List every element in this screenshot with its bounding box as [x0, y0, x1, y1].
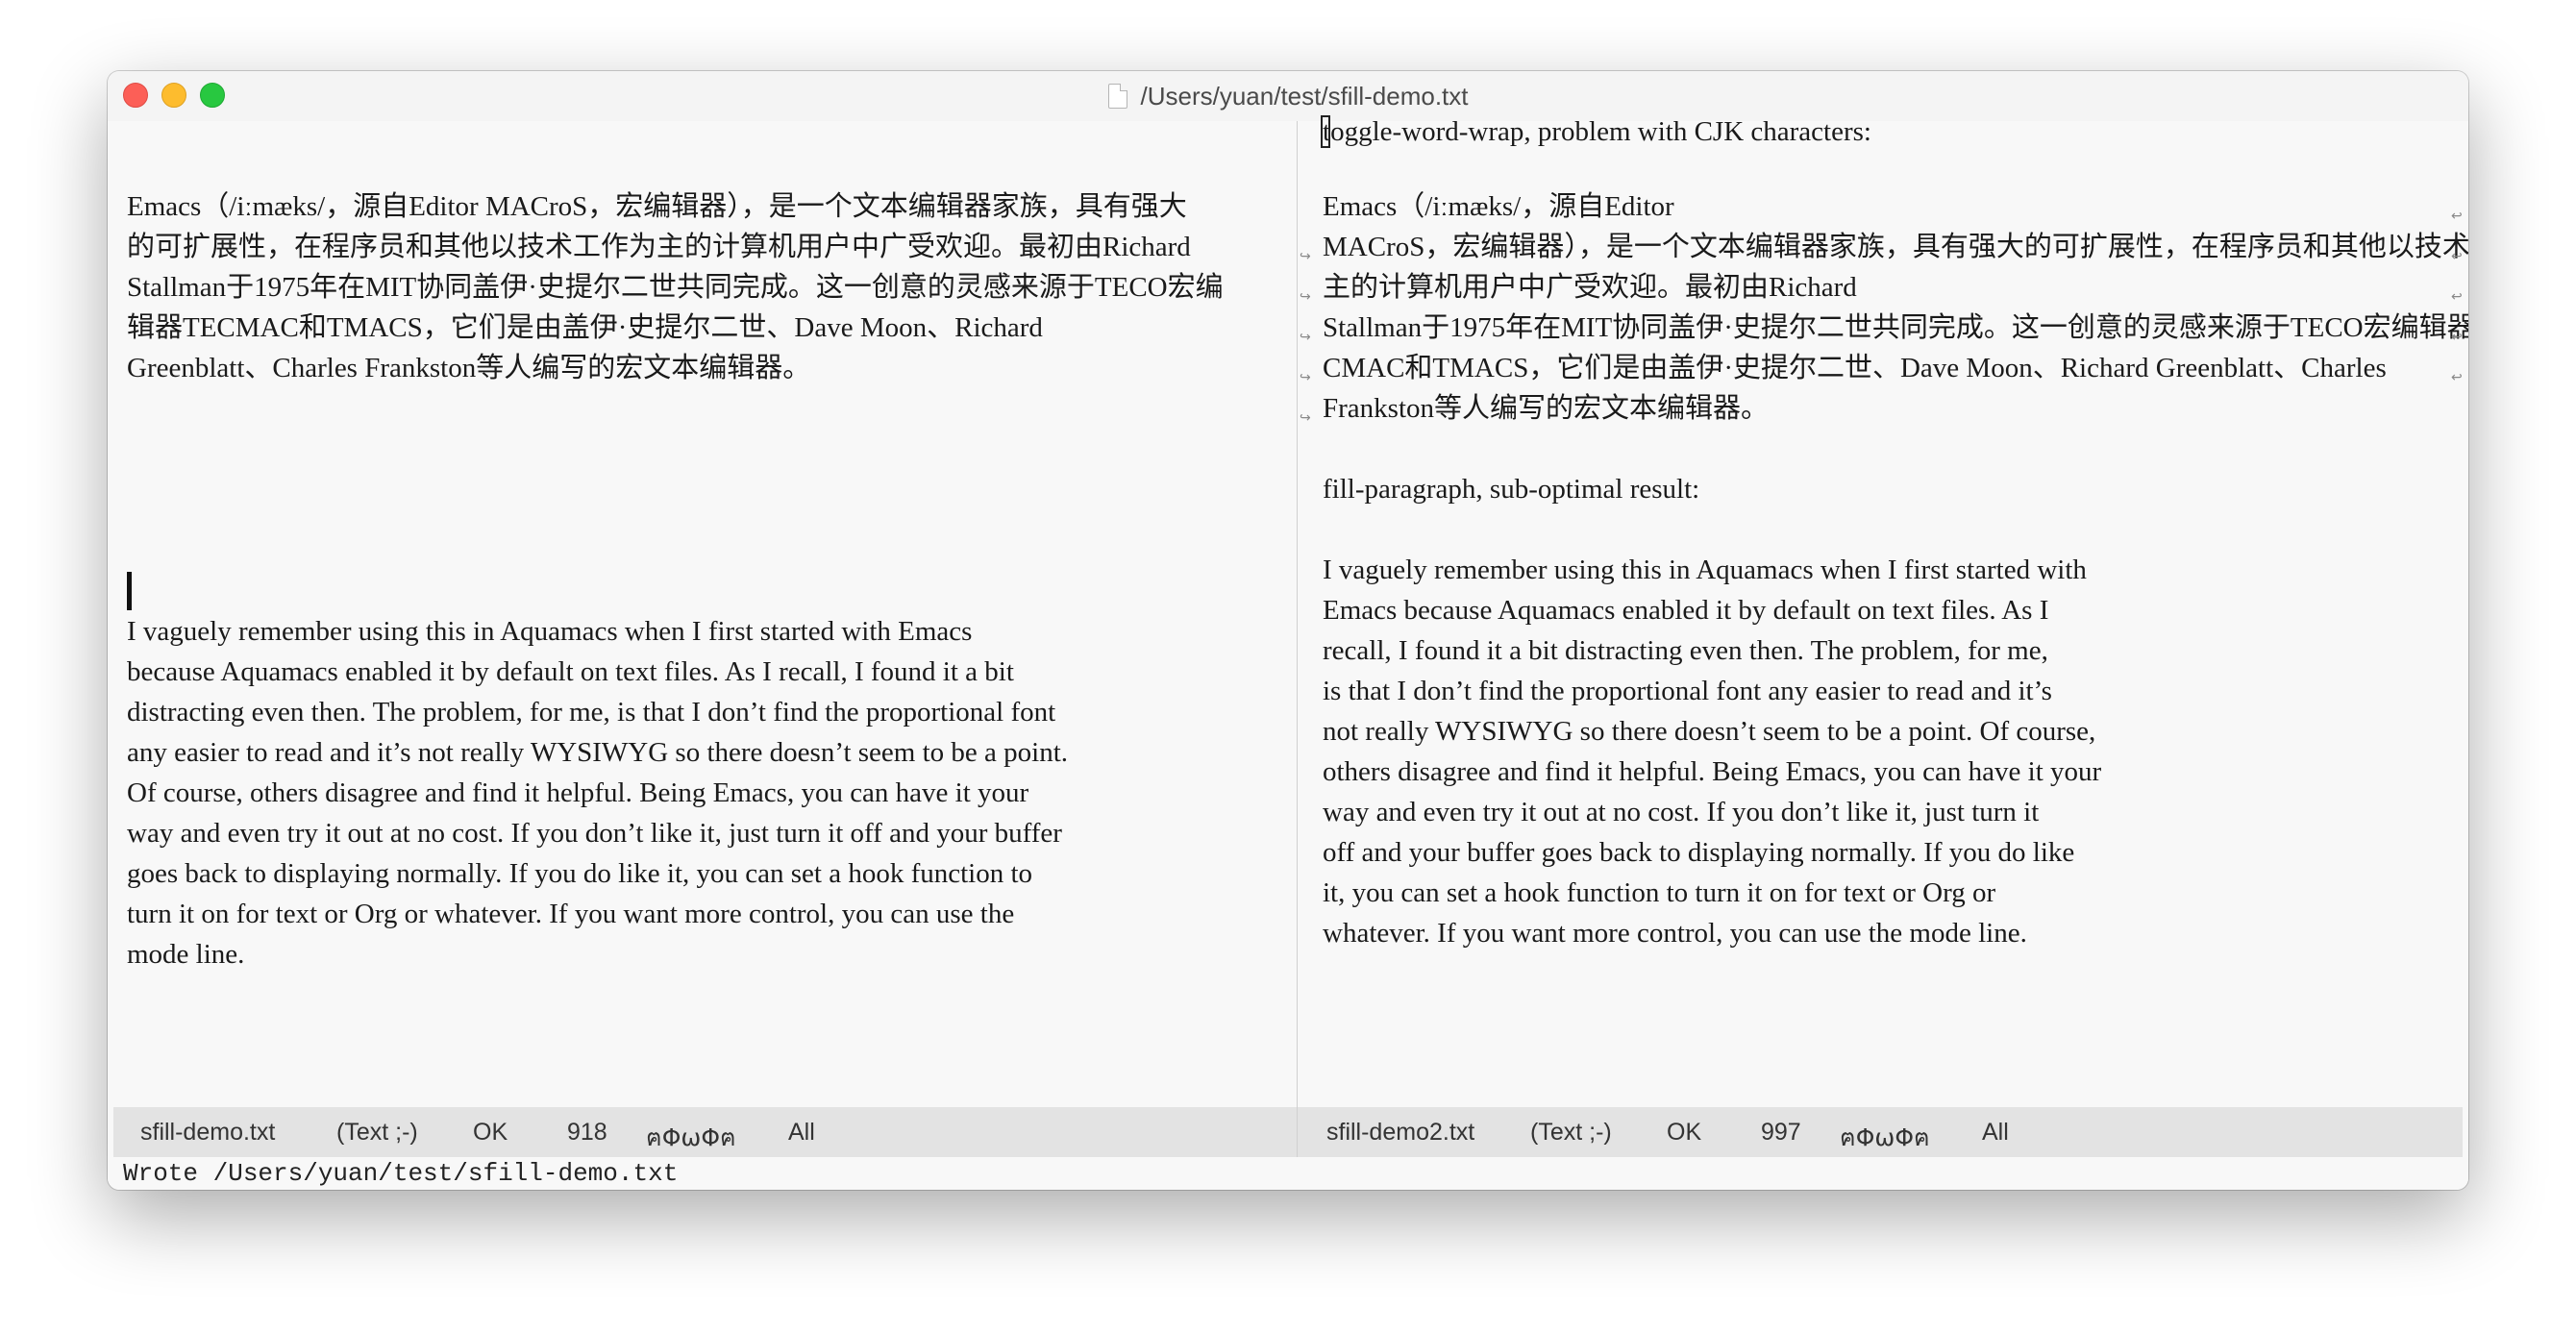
right-english-line: not really WYSIWYG so there doesn’t seem… [1323, 716, 2096, 747]
left-english-line: I vaguely remember using this in Aquamac… [127, 616, 973, 647]
document-icon [1107, 84, 1127, 109]
wrap-continuation-icon: ↩ [2451, 249, 2463, 264]
right-english-line: is that I don’t find the proportional fo… [1323, 676, 2052, 706]
wrap-continuation-icon: ↩ [2451, 209, 2463, 224]
right-english-line: way and even try it out at no cost. If y… [1323, 797, 2040, 827]
right-heading-1: toggle-word-wrap, problem with CJK chara… [1321, 113, 1871, 150]
window-title-wrap: /Users/yuan/test/sfill-demo.txt [108, 71, 2468, 121]
right-english-line: off and your buffer goes back to display… [1323, 837, 2075, 868]
text-cursor [127, 572, 132, 610]
right-english-line: I vaguely remember using this in Aquamac… [1323, 555, 2087, 585]
left-english-line: any easier to read and it’s not really W… [127, 737, 1069, 768]
left-english-line: turn it on for text or Org or whatever. … [127, 899, 1015, 929]
buffer-size: 997 [1761, 1119, 1801, 1146]
box-cursor [1321, 115, 1330, 148]
wrap-continuation-icon: ↪ [1300, 370, 1311, 385]
wrap-continuation-icon: ↪ [1300, 410, 1311, 426]
cursor-char: t [1321, 113, 1330, 150]
left-english-line: Of course, others disagree and find it h… [127, 777, 1029, 808]
left-buffer-pane[interactable]: Emacs（/iːmæks/，源自Editor MACroS，宏编辑器），是一个… [108, 121, 1297, 1171]
wrap-continuation-icon: ↩ [2451, 370, 2463, 385]
right-english-line: others disagree and find it helpful. Bei… [1323, 756, 2102, 787]
buffer-name[interactable]: sfill-demo2.txt [1326, 1119, 1474, 1147]
buffer-size: 918 [567, 1119, 607, 1146]
right-english-line: Emacs because Aquamacs enabled it by def… [1323, 595, 2049, 626]
left-emacs-line: Stallman于1975年在MIT协同盖伊·史提尔二世共同完成。这一创意的灵感… [127, 272, 1224, 303]
major-mode[interactable]: (Text ;-) [1530, 1119, 1612, 1147]
wrap-continuation-icon: ↩ [2451, 289, 2463, 305]
right-english-line: whatever. If you want more control, you … [1323, 918, 2027, 949]
left-emacs-line: Emacs（/iːmæks/，源自Editor MACroS，宏编辑器），是一个… [127, 191, 1187, 222]
wrap-continuation-icon: ↪ [1300, 330, 1311, 345]
wrap-continuation-icon: ↪ [1300, 249, 1311, 264]
left-english-line: mode line. [127, 939, 245, 970]
buffer-name[interactable]: sfill-demo.txt [140, 1119, 275, 1147]
left-emacs-line: Greenblatt、Charles Frankston等人编写的宏文本编辑器。 [127, 353, 811, 383]
left-english-line: distracting even then. The problem, for … [127, 697, 1056, 728]
left-emacs-line: 辑器TECMAC和TMACS，它们是由盖伊·史提尔二世、Dave Moon、Ri… [127, 312, 1043, 343]
wrap-continuation-icon: ↩ [2451, 330, 2463, 345]
buffer-position: All [1982, 1119, 2009, 1146]
buffer-position: All [788, 1119, 815, 1146]
window-title: /Users/yuan/test/sfill-demo.txt [1140, 81, 1469, 111]
mode-line-right[interactable]: sfill-demo2.txt (Text ;-) OK 997 ฅΦωΦฅ A… [1298, 1107, 2463, 1157]
right-english-line: it, you can set a hook function to turn … [1323, 877, 1996, 908]
right-emacs-line: Frankston等人编写的宏文本编辑器。 [1323, 393, 1770, 424]
left-english-line: way and even try it out at no cost. If y… [127, 818, 1062, 849]
mode-glyphs: ฅΦωΦฅ [646, 1123, 736, 1151]
mode-glyphs: ฅΦωΦฅ [1840, 1123, 1930, 1151]
right-emacs-line: Stallman于1975年在MIT协同盖伊·史提尔二世共同完成。这一创意的灵感… [1323, 312, 2468, 343]
left-emacs-line: 的可扩展性，在程序员和其他以技术工作为主的计算机用户中广受欢迎。最初由Richa… [127, 232, 1191, 262]
right-emacs-line: MACroS，宏编辑器），是一个文本编辑器家族，具有强大的可扩展性，在程序员和其… [1323, 232, 2468, 262]
right-english-line: recall, I found it a bit distracting eve… [1323, 635, 2048, 666]
heading-1-text: oggle-word-wrap, problem with CJK charac… [1330, 116, 1871, 147]
echo-area: Wrote /Users/yuan/test/sfill-demo.txt [108, 1157, 2468, 1190]
title-bar[interactable]: /Users/yuan/test/sfill-demo.txt [108, 71, 2468, 121]
status-indicator: OK [473, 1119, 508, 1146]
status-indicator: OK [1667, 1119, 1702, 1146]
right-emacs-line: CMAC和TMACS，它们是由盖伊·史提尔二世、Dave Moon、Richar… [1323, 353, 2387, 383]
mode-line-left[interactable]: sfill-demo.txt (Text ;-) OK 918 ฅΦωΦฅ Al… [113, 1107, 1297, 1157]
left-english-line: because Aquamacs enabled it by default o… [127, 656, 1014, 687]
right-emacs-line: 主的计算机用户中广受欢迎。最初由Richard [1323, 272, 1857, 303]
wrap-continuation-icon: ↪ [1300, 289, 1311, 305]
left-english-line: goes back to displaying normally. If you… [127, 858, 1033, 889]
emacs-window: /Users/yuan/test/sfill-demo.txt Emacs（/i… [108, 71, 2468, 1190]
right-heading-2: fill-paragraph, sub-optimal result: [1323, 474, 1700, 505]
major-mode[interactable]: (Text ;-) [336, 1119, 418, 1147]
right-buffer-pane[interactable]: toggle-word-wrap, problem with CJK chara… [1298, 115, 2468, 1171]
right-emacs-line: Emacs（/iːmæks/，源自Editor [1323, 191, 1674, 222]
